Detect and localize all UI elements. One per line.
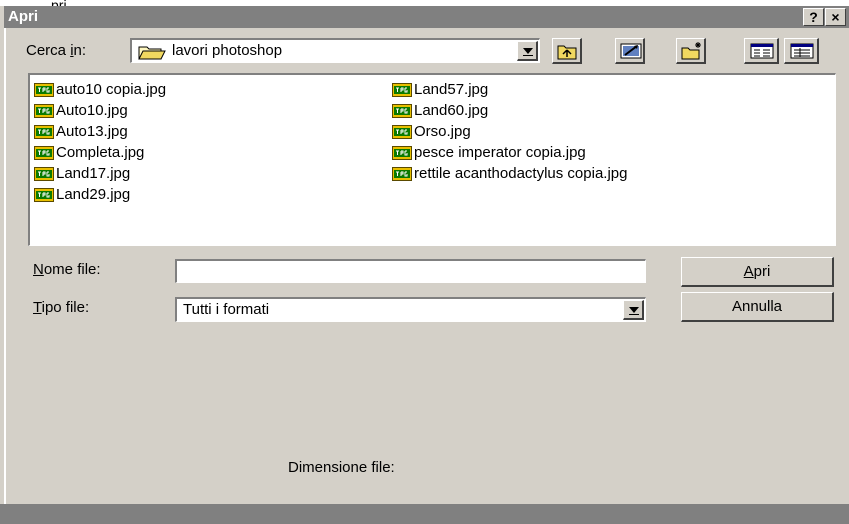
file-column-2: Land57.jpg Land60.jpg Orso.jpg pesce impera… [388, 79, 627, 184]
look-in-label: Cerca in: [26, 42, 87, 59]
file-name: Auto13.jpg [56, 123, 128, 140]
file-name: Orso.jpg [414, 123, 471, 140]
file-size-label: Dimensione file: [288, 459, 395, 476]
close-button[interactable]: × [825, 8, 846, 26]
file-item[interactable]: Completa.jpg [30, 142, 166, 163]
chevron-down-icon [523, 48, 533, 54]
file-name-input[interactable] [175, 259, 646, 283]
file-name: Completa.jpg [56, 144, 145, 161]
new-folder-icon [681, 42, 701, 60]
jpg-file-icon [392, 167, 412, 181]
file-item[interactable]: Orso.jpg [388, 121, 627, 142]
jpg-file-icon [34, 167, 54, 181]
file-type-combo[interactable]: Tutti i formati [175, 297, 646, 322]
file-item[interactable]: Auto13.jpg [30, 121, 166, 142]
file-item[interactable]: pesce imperator copia.jpg [388, 142, 627, 163]
file-name: Land57.jpg [414, 81, 489, 98]
open-button[interactable]: Apri [681, 257, 834, 287]
bottom-strip [0, 504, 849, 524]
file-name-label: Nome file: [33, 261, 101, 278]
file-name: Land29.jpg [56, 186, 131, 203]
file-type-value: Tutti i formati [183, 301, 270, 318]
jpg-file-icon [392, 83, 412, 97]
new-folder-button[interactable] [676, 38, 706, 64]
file-item[interactable]: Auto10.jpg [30, 100, 166, 121]
window-title: Apri [8, 8, 38, 25]
details-view-icon [790, 43, 814, 59]
file-name: rettile acanthodactylus copia.jpg [414, 165, 628, 182]
up-one-level-button[interactable] [552, 38, 582, 64]
jpg-file-icon [34, 188, 54, 202]
details-view-button[interactable] [784, 38, 819, 64]
desktop-button[interactable] [615, 38, 645, 64]
file-column-1: auto10 copia.jpg Auto10.jpg Auto13.jpg Comp… [30, 79, 166, 205]
file-item[interactable]: Land17.jpg [30, 163, 166, 184]
file-item[interactable]: Land60.jpg [388, 100, 627, 121]
jpg-file-icon [392, 146, 412, 160]
file-name: Land60.jpg [414, 102, 489, 119]
list-view-icon [750, 43, 774, 59]
jpg-file-icon [34, 125, 54, 139]
title-bar: Apri ? × [4, 6, 849, 28]
chevron-down-icon [629, 307, 639, 313]
file-item[interactable]: Land57.jpg [388, 79, 627, 100]
file-name: pesce imperator copia.jpg [414, 144, 586, 161]
file-name: Land17.jpg [56, 165, 131, 182]
up-folder-icon [557, 45, 577, 60]
jpg-file-icon [392, 104, 412, 118]
file-type-label: Tipo file: [33, 299, 90, 316]
file-type-dropdown-button[interactable] [623, 300, 644, 320]
file-list[interactable]: auto10 copia.jpg Auto10.jpg Auto13.jpg Comp… [28, 73, 836, 246]
help-icon: ? [809, 9, 818, 25]
jpg-file-icon [34, 104, 54, 118]
look-in-dropdown-button[interactable] [517, 41, 538, 61]
desktop-icon [620, 43, 642, 59]
help-button[interactable]: ? [803, 8, 824, 26]
look-in-combo[interactable]: lavori photoshop [130, 38, 540, 63]
jpg-file-icon [34, 83, 54, 97]
cancel-button[interactable]: Annulla [681, 292, 834, 322]
file-name: Auto10.jpg [56, 102, 128, 119]
close-icon: × [831, 9, 840, 25]
file-item[interactable]: auto10 copia.jpg [30, 79, 166, 100]
look-in-value: lavori photoshop [172, 42, 283, 59]
file-name: auto10 copia.jpg [56, 81, 167, 98]
list-view-button[interactable] [744, 38, 779, 64]
folder-icon [138, 46, 166, 60]
file-item[interactable]: rettile acanthodactylus copia.jpg [388, 163, 627, 184]
jpg-file-icon [392, 125, 412, 139]
file-item[interactable]: Land29.jpg [30, 184, 166, 205]
jpg-file-icon [34, 146, 54, 160]
